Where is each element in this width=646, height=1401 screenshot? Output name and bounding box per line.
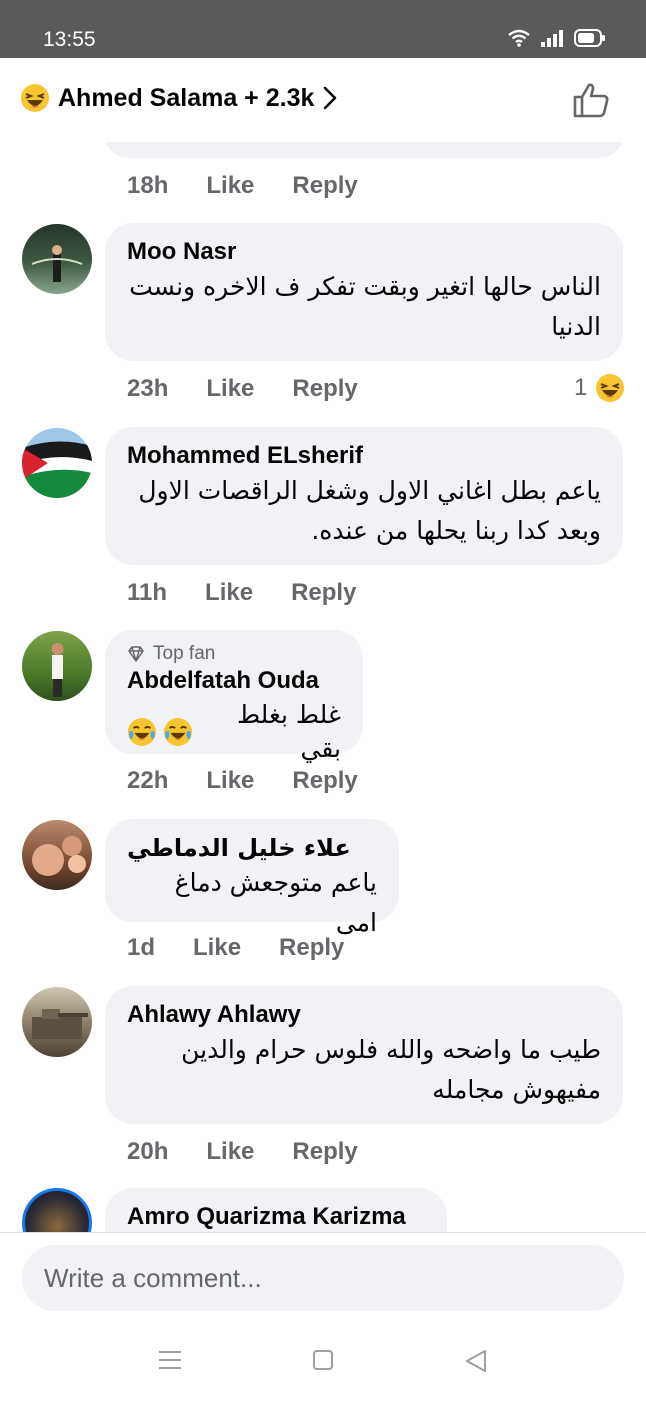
signal-icon — [541, 30, 563, 47]
reply-button[interactable]: Reply — [292, 1138, 357, 1166]
reaction-count[interactable]: 1 — [574, 373, 625, 403]
haha-emoji-icon — [596, 374, 625, 402]
comment-bubble[interactable]: Top fan Abdelfatah Ouda غلط بغلط بقي — [105, 630, 363, 763]
avatar[interactable] — [22, 987, 92, 1057]
avatar[interactable] — [22, 428, 92, 498]
comment-text: ياعم متوجعش دماغ امى — [174, 868, 377, 937]
comment-time: 18h — [127, 172, 169, 199]
reply-button[interactable]: Reply — [292, 767, 357, 795]
comment-bubble[interactable]: Mohammed ELsherif ياعم بطل اغاني الاول و… — [105, 427, 623, 565]
comment-text-row: غلط بغلط بقي — [127, 698, 341, 766]
comment-input-placeholder: Write a comment... — [44, 1262, 262, 1293]
comment-input[interactable]: Write a comment... — [22, 1245, 624, 1311]
tears-of-joy-emoji-icon — [127, 718, 156, 746]
comment-time: 23h — [127, 375, 169, 402]
top-fan-label: Top fan — [153, 643, 216, 664]
home-icon[interactable] — [312, 1349, 334, 1371]
reactors-summary[interactable]: Ahmed Salama + 2.3k — [20, 83, 338, 113]
reply-button[interactable]: Reply — [291, 579, 356, 607]
comment-meta: 1d Like Reply — [127, 934, 344, 962]
top-fan-badge: Top fan — [127, 642, 341, 666]
menu-icon[interactable] — [158, 1349, 182, 1371]
reply-button[interactable]: Reply — [279, 934, 344, 962]
comment-meta: 11h Like Reply — [127, 579, 356, 607]
status-time: 13:55 — [43, 28, 96, 51]
comment-bubble[interactable]: علاء خليل الدماطي ياعم متوجعش دماغ امى — [105, 819, 399, 937]
tears-of-joy-emoji-icon — [163, 718, 192, 746]
comment-bubble[interactable]: Moo Nasr الناس حالها اتغير وبقت تفكر ف ا… — [105, 223, 623, 361]
like-comment-button[interactable]: Like — [206, 1138, 254, 1166]
haha-emoji-icon — [21, 84, 49, 112]
reply-button[interactable]: Reply — [292, 172, 357, 200]
comment-text: ياعم بطل اغاني الاول وشغل الراقصات الاول… — [138, 476, 601, 545]
comment-text: طيب ما واضحه والله فلوس حرام والدين مفيه… — [181, 1035, 601, 1104]
comment-bubble[interactable]: Ahlawy Ahlawy طيب ما واضحه والله فلوس حر… — [105, 986, 623, 1124]
diamond-icon — [128, 646, 144, 662]
comment-bubble[interactable]: Amro Quarizma Karizma — [105, 1188, 447, 1232]
thumbs-up-icon — [573, 83, 609, 118]
comment-bubble-partial — [105, 142, 623, 158]
comment-author[interactable]: Amro Quarizma Karizma — [127, 1202, 425, 1232]
avatar[interactable] — [22, 224, 92, 294]
like-comment-button[interactable]: Like — [193, 934, 241, 962]
comment-meta: 23h Like Reply — [127, 375, 358, 403]
status-icons — [508, 29, 606, 47]
comment-time: 20h — [127, 1138, 169, 1165]
comment-author[interactable]: Abdelfatah Ouda — [127, 666, 341, 696]
like-comment-button[interactable]: Like — [206, 767, 254, 795]
comment-time: 22h — [127, 767, 169, 794]
comment-meta: 22h Like Reply — [127, 767, 358, 795]
wifi-icon — [508, 29, 530, 47]
comment-text: الناس حالها اتغير وبقت تفكر ف الاخره ونس… — [129, 272, 601, 341]
back-icon[interactable] — [464, 1349, 488, 1373]
reactors-label: Ahmed Salama + 2.3k — [58, 83, 315, 112]
like-comment-button[interactable]: Like — [206, 375, 254, 403]
comment-author[interactable]: Mohammed ELsherif — [127, 441, 601, 471]
status-bar: 13:55 — [0, 0, 646, 58]
comment-meta: 20h Like Reply — [127, 1138, 358, 1166]
comments-header: Ahmed Salama + 2.3k — [0, 58, 646, 142]
avatar[interactable] — [22, 631, 92, 701]
battery-icon — [574, 29, 605, 47]
comment-author[interactable]: Moo Nasr — [127, 237, 601, 267]
reaction-count-value: 1 — [574, 374, 588, 401]
comment-time: 1d — [127, 934, 156, 961]
like-comment-button[interactable]: Like — [205, 579, 253, 607]
like-post-button[interactable] — [572, 82, 610, 123]
reply-button[interactable]: Reply — [292, 375, 357, 403]
avatar[interactable] — [22, 820, 92, 890]
comment-text: غلط بغلط بقي — [236, 700, 341, 763]
like-comment-button[interactable]: Like — [206, 172, 254, 200]
comment-author[interactable]: Ahlawy Ahlawy — [127, 1000, 601, 1030]
avatar[interactable] — [22, 1188, 92, 1232]
chevron-right-icon — [324, 86, 337, 110]
comment-author[interactable]: علاء خليل الدماطي — [127, 833, 377, 863]
comments-list[interactable]: 18h Like Reply Moo Nasr الناس حالها اتغي… — [0, 142, 646, 1232]
comment-composer-bar: Write a comment... — [0, 1232, 646, 1401]
comment-meta: 18h Like Reply — [127, 172, 358, 200]
comment-time: 11h — [127, 579, 168, 606]
